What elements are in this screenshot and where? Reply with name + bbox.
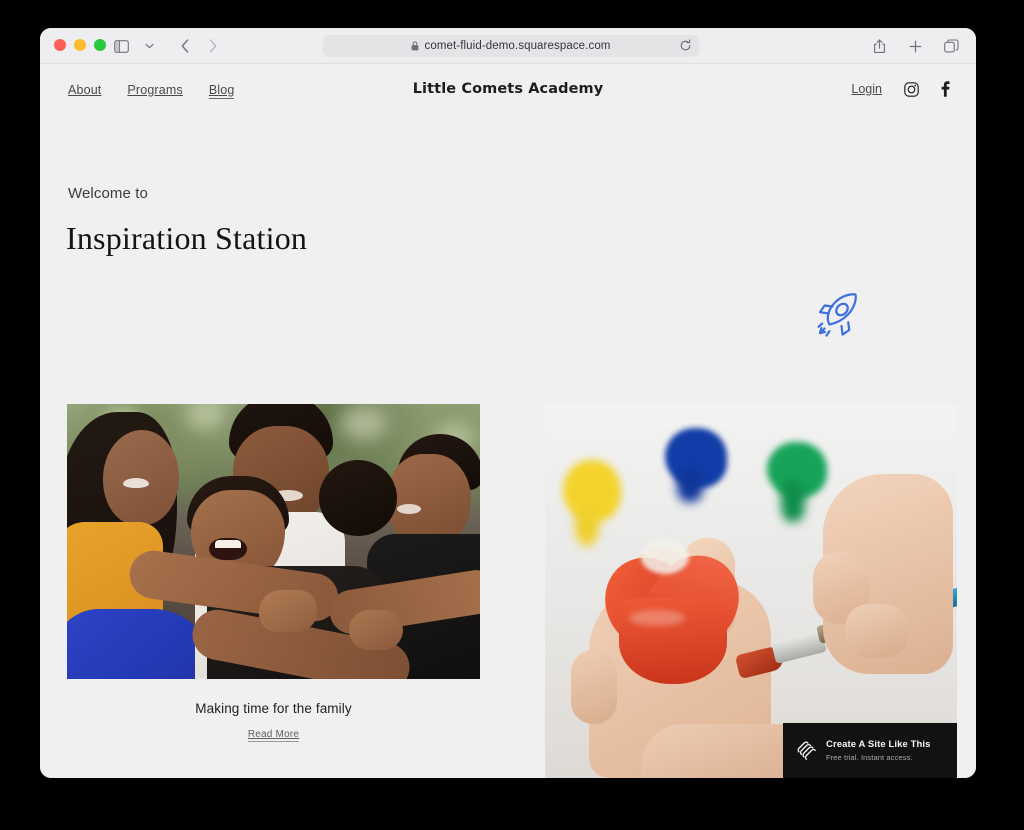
squarespace-promo-banner[interactable]: Create A Site Like This Free trial. Inst… (783, 723, 957, 778)
reload-icon[interactable] (679, 39, 692, 52)
back-button[interactable] (172, 35, 198, 57)
family-hugging-photo[interactable] (67, 404, 480, 679)
browser-toolbar: comet-fluid-demo.squarespace.com (40, 28, 976, 64)
rocket-icon (811, 288, 867, 344)
tabs-icon[interactable] (938, 35, 964, 57)
address-bar[interactable]: comet-fluid-demo.squarespace.com (323, 35, 699, 57)
chevron-down-icon[interactable] (136, 35, 162, 57)
promo-text-group: Create A Site Like This Free trial. Inst… (826, 739, 931, 762)
post-title[interactable]: Making time for the family (67, 701, 480, 716)
share-icon[interactable] (866, 35, 892, 57)
site-title[interactable]: Little Comets Academy (40, 81, 976, 97)
close-window-button[interactable] (54, 39, 66, 51)
blog-post-card[interactable]: Create A Site Like This Free trial. Inst… (545, 404, 957, 778)
child-painting-heart-rock-photo[interactable]: Create A Site Like This Free trial. Inst… (545, 404, 957, 778)
url-text: comet-fluid-demo.squarespace.com (424, 40, 611, 52)
blog-post-grid: Making time for the family Read More Cre… (40, 404, 976, 778)
squarespace-logo-icon (796, 740, 817, 761)
new-tab-icon[interactable] (902, 35, 928, 57)
page-title: Inspiration Station (66, 220, 308, 256)
toolbar-left-group (108, 35, 226, 57)
minimize-window-button[interactable] (74, 39, 86, 51)
site-header-right: Login (851, 81, 950, 97)
browser-window: comet-fluid-demo.squarespace.com About P… (40, 28, 976, 778)
toolbar-right-group (866, 35, 964, 57)
sidebar-icon[interactable] (108, 35, 134, 57)
lock-icon (411, 41, 419, 51)
site-header: About Programs Blog Little Comets Academ… (40, 64, 976, 120)
promo-title: Create A Site Like This (826, 738, 931, 750)
hero-eyebrow: Welcome to (68, 185, 148, 202)
blog-post-card[interactable]: Making time for the family Read More (67, 404, 480, 742)
read-more-link[interactable]: Read More (247, 729, 300, 742)
facebook-icon[interactable] (941, 81, 950, 97)
maximize-window-button[interactable] (94, 39, 106, 51)
instagram-icon[interactable] (904, 81, 919, 97)
promo-subtitle: Free trial. Instant access. (826, 752, 913, 762)
web-page-content: About Programs Blog Little Comets Academ… (40, 64, 976, 778)
forward-button[interactable] (200, 35, 226, 57)
window-controls (54, 39, 106, 51)
hero-section: Welcome to Inspiration Station (40, 120, 976, 404)
login-link[interactable]: Login (851, 82, 882, 96)
